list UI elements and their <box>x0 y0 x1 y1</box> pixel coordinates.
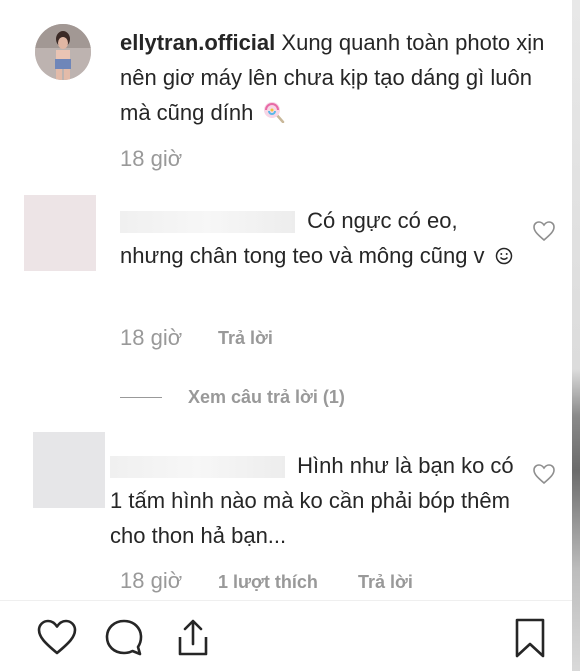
lollipop-icon <box>264 102 285 123</box>
reply-button[interactable]: Trả lời <box>358 572 413 593</box>
replies-divider-line <box>120 396 162 398</box>
like-comment-heart-icon[interactable] <box>532 463 556 485</box>
comment-time: 18 giờ <box>120 568 183 593</box>
avatar-photo <box>35 24 91 80</box>
caption-text: ellytran.official Xung quanh toàn photo … <box>120 25 550 130</box>
poster-username[interactable]: ellytran.official <box>120 30 275 55</box>
comment-text: Hình như là bạn ko có 1 tấm hình nào mà … <box>110 448 520 553</box>
blurred-username[interactable] <box>120 211 295 234</box>
commenter-avatar[interactable] <box>24 195 96 271</box>
poster-avatar[interactable] <box>35 24 91 80</box>
comment-time: 18 giờ <box>120 325 183 350</box>
smiley-icon <box>495 247 512 265</box>
view-replies-link[interactable]: Xem câu trả lời (1) <box>120 386 345 408</box>
blurred-username[interactable] <box>110 456 285 479</box>
comments-panel: ellytran.official Xung quanh toàn photo … <box>0 0 572 600</box>
comment-icon[interactable] <box>103 617 145 659</box>
heart-icon[interactable] <box>36 617 78 659</box>
post-action-bar <box>0 600 572 671</box>
likes-count-link[interactable]: 1 lượt thích <box>218 572 318 593</box>
bookmark-icon[interactable] <box>509 617 551 659</box>
view-replies-label: Xem câu trả lời (1) <box>188 386 345 407</box>
comment-text: Có ngực có eo, nhưng chân tong teo và mô… <box>120 203 520 273</box>
share-icon[interactable] <box>172 617 214 659</box>
reply-button[interactable]: Trả lời <box>218 328 273 349</box>
instagram-comments-screen: ellytran.official Xung quanh toàn photo … <box>0 0 580 671</box>
commenter-avatar[interactable] <box>33 432 105 508</box>
caption-time: 18 giờ <box>120 146 183 171</box>
like-comment-heart-icon[interactable] <box>532 220 556 242</box>
background-edge <box>572 0 580 671</box>
